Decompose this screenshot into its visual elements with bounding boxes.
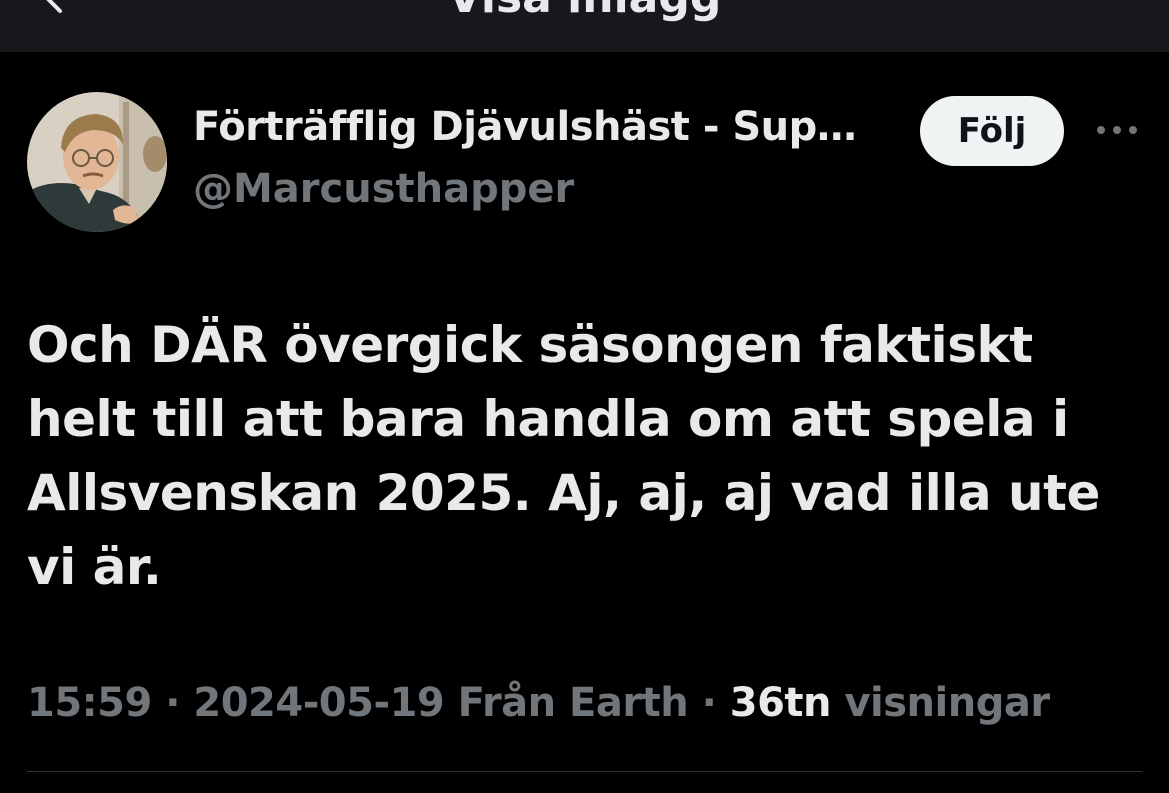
tweet-source: Från Earth [457, 680, 689, 726]
tweet-metadata: 15:59 · 2024-05-19 Från Earth · 36tn vis… [27, 680, 1050, 726]
meta-separator: · [151, 680, 194, 726]
divider [27, 771, 1142, 772]
tweet-time[interactable]: 15:59 [27, 680, 152, 726]
more-horizontal-icon[interactable] [1094, 118, 1140, 142]
tweet-date[interactable]: 2024-05-19 [193, 680, 444, 726]
follow-button[interactable]: Följ [920, 96, 1064, 166]
views-label[interactable]: visningar [844, 680, 1050, 726]
avatar[interactable] [27, 92, 167, 232]
views-count[interactable]: 36tn [730, 680, 832, 726]
page-title: Visa inlägg [0, 0, 1169, 23]
tweet-text: Och DÄR övergick säsongen faktiskt helt … [27, 316, 1100, 596]
author-handle[interactable]: @Marcusthapper [193, 166, 574, 212]
avatar-image [27, 92, 167, 232]
top-bar: Visa inlägg [0, 0, 1169, 52]
meta-separator: · [688, 680, 730, 726]
author-display-name[interactable]: Förträfflig Djävulshäst - Sup… [193, 104, 857, 150]
